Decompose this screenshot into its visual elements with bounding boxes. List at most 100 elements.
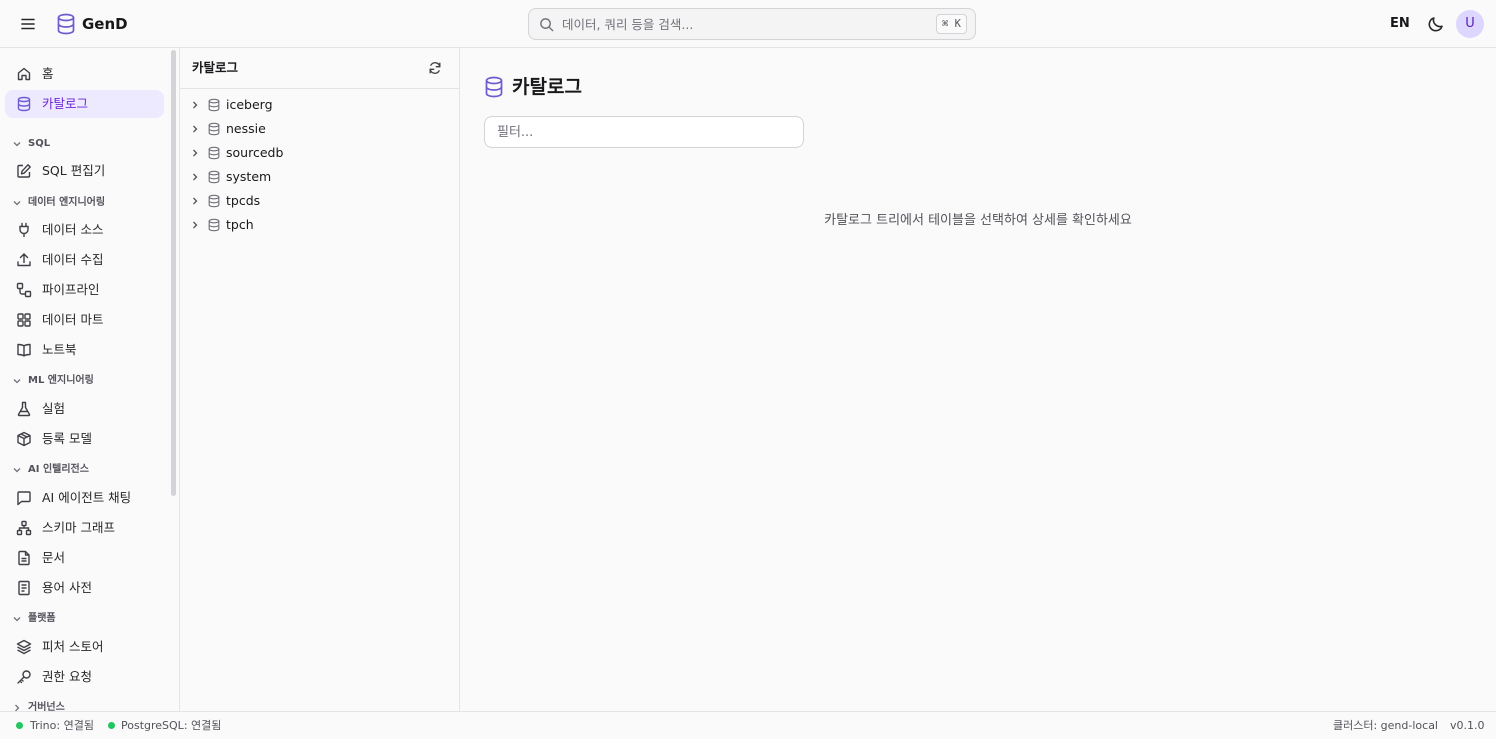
section-governance[interactable]: 거버넌스 bbox=[12, 700, 162, 711]
top-header: GenD 데이터, 쿼리 등을 검색... ⌘ K EN U bbox=[0, 0, 1496, 48]
tree-item-catalog[interactable]: tpcds bbox=[186, 190, 452, 212]
section-title: SQL bbox=[28, 138, 51, 149]
tree-item-catalog[interactable]: system bbox=[186, 166, 452, 188]
section-ml-engineering[interactable]: ML 엔지니어링 bbox=[12, 373, 162, 389]
chevron-down-icon bbox=[12, 465, 22, 475]
tree-header: 카탈로그 bbox=[180, 48, 459, 89]
box-icon bbox=[16, 431, 32, 447]
filter-input[interactable] bbox=[484, 116, 804, 148]
status-bar: Trino: 연결됨 PostgreSQL: 연결됨 클러스터: gend-lo… bbox=[0, 711, 1496, 739]
database-logo-icon bbox=[56, 13, 76, 35]
grid-icon bbox=[16, 312, 32, 328]
sidebar-item-label: 권한 요청 bbox=[42, 669, 92, 684]
language-toggle-button[interactable]: EN bbox=[1390, 14, 1410, 34]
database-icon bbox=[207, 146, 221, 160]
tree-item-label: sourcedb bbox=[226, 145, 284, 160]
sidebar-item-pipeline[interactable]: 파이프라인 bbox=[5, 276, 164, 304]
tree-item-catalog[interactable]: iceberg bbox=[186, 94, 452, 116]
sidebar-item-notebook[interactable]: 노트북 bbox=[5, 336, 164, 364]
tree-item-label: iceberg bbox=[226, 97, 273, 112]
sidebar-item-access-request[interactable]: 권한 요청 bbox=[5, 663, 164, 691]
search-placeholder: 데이터, 쿼리 등을 검색... bbox=[562, 17, 694, 32]
sidebar-item-label: 등록 모델 bbox=[42, 431, 92, 446]
app-version: v0.1.0 bbox=[1450, 719, 1485, 732]
section-sql[interactable]: SQL bbox=[12, 136, 162, 152]
page-title: 카탈로그 bbox=[512, 76, 582, 98]
search-shortcut-badge: ⌘ K bbox=[936, 14, 967, 34]
sidebar-item-schema-graph[interactable]: 스키마 그래프 bbox=[5, 514, 164, 542]
chevron-right-icon[interactable] bbox=[190, 196, 200, 206]
chevron-right-icon[interactable] bbox=[190, 220, 200, 230]
trino-status-dot bbox=[16, 722, 23, 729]
chevron-right-icon[interactable] bbox=[190, 100, 200, 110]
sidebar-item-label: 노트북 bbox=[42, 342, 77, 357]
sidebar-item-label: 스키마 그래프 bbox=[42, 520, 115, 535]
empty-state-message: 카탈로그 트리에서 테이블을 선택하여 상세를 확인하세요 bbox=[824, 213, 1132, 228]
database-icon bbox=[16, 96, 32, 112]
sidebar-item-label: 홈 bbox=[42, 66, 54, 81]
tree-item-label: tpcds bbox=[226, 193, 261, 208]
postgres-status: PostgreSQL: 연결됨 bbox=[121, 719, 222, 732]
sidebar-item-label: 실험 bbox=[42, 401, 66, 416]
file-icon bbox=[16, 550, 32, 566]
search-icon bbox=[539, 17, 554, 32]
sidebar-item-label: 파이프라인 bbox=[42, 282, 100, 297]
sidebar-item-data-source[interactable]: 데이터 소스 bbox=[5, 216, 164, 244]
sidebar-item-feature-store[interactable]: 피처 스토어 bbox=[5, 633, 164, 661]
tree-item-catalog[interactable]: sourcedb bbox=[186, 142, 452, 164]
sidebar-item-label: 문서 bbox=[42, 550, 66, 565]
book-icon bbox=[16, 342, 32, 358]
section-platform[interactable]: 플랫폼 bbox=[12, 611, 162, 627]
sidebar-scrollbar[interactable] bbox=[171, 50, 176, 496]
chevron-down-icon bbox=[12, 614, 22, 624]
sidebar-item-label: SQL 편집기 bbox=[42, 163, 106, 178]
tree-title: 카탈로그 bbox=[192, 60, 239, 75]
database-icon bbox=[207, 98, 221, 112]
refresh-icon[interactable] bbox=[428, 61, 442, 75]
sidebar-item-label: 피처 스토어 bbox=[42, 639, 104, 654]
edit-icon bbox=[16, 163, 32, 179]
catalog-tree-panel: 카탈로그 iceberg nessie sourcedb system tpcd… bbox=[180, 48, 460, 711]
layers-icon bbox=[16, 639, 32, 655]
plug-icon bbox=[16, 222, 32, 238]
database-icon bbox=[207, 122, 221, 136]
trino-status: Trino: 연결됨 bbox=[30, 719, 94, 732]
sidebar-item-documents[interactable]: 문서 bbox=[5, 544, 164, 572]
chevron-down-icon bbox=[12, 198, 22, 208]
sidebar-item-label: AI 에이전트 채팅 bbox=[42, 490, 132, 505]
global-search-input[interactable]: 데이터, 쿼리 등을 검색... ⌘ K bbox=[528, 8, 976, 40]
network-icon bbox=[16, 520, 32, 536]
cluster-name: 클러스터: gend-local bbox=[1333, 719, 1438, 732]
chevron-right-icon[interactable] bbox=[190, 124, 200, 134]
chevron-down-icon bbox=[12, 139, 22, 149]
tree-item-catalog[interactable]: tpch bbox=[186, 214, 452, 236]
brand-name[interactable]: GenD bbox=[82, 14, 128, 34]
sidebar-item-data-ingest[interactable]: 데이터 수집 bbox=[5, 246, 164, 274]
chevron-right-icon[interactable] bbox=[190, 148, 200, 158]
main-content: 카탈로그 카탈로그 트리에서 테이블을 선택하여 상세를 확인하세요 bbox=[460, 48, 1496, 711]
sidebar-item-catalog[interactable]: 카탈로그 bbox=[5, 90, 164, 118]
home-icon bbox=[16, 66, 32, 82]
menu-icon[interactable] bbox=[18, 14, 38, 34]
database-icon bbox=[207, 194, 221, 208]
sidebar: 홈 카탈로그 SQL SQL 편집기 데이터 엔지니어링 데이터 소스 데이터 … bbox=[0, 48, 180, 711]
workflow-icon bbox=[16, 282, 32, 298]
postgres-status-dot bbox=[108, 722, 115, 729]
sidebar-item-experiments[interactable]: 실험 bbox=[5, 395, 164, 423]
user-avatar[interactable]: U bbox=[1456, 10, 1484, 38]
section-data-engineering[interactable]: 데이터 엔지니어링 bbox=[12, 195, 162, 211]
sidebar-item-glossary[interactable]: 용어 사전 bbox=[5, 574, 164, 602]
tree-item-catalog[interactable]: nessie bbox=[186, 118, 452, 140]
sidebar-item-registered-models[interactable]: 등록 모델 bbox=[5, 425, 164, 453]
database-icon bbox=[484, 76, 504, 98]
moon-icon[interactable] bbox=[1426, 14, 1446, 34]
sidebar-item-home[interactable]: 홈 bbox=[5, 60, 164, 88]
sidebar-item-ai-agent-chat[interactable]: AI 에이전트 채팅 bbox=[5, 484, 164, 512]
sidebar-item-label: 데이터 소스 bbox=[42, 222, 104, 237]
sidebar-item-sql-editor[interactable]: SQL 편집기 bbox=[5, 157, 164, 185]
sidebar-item-data-mart[interactable]: 데이터 마트 bbox=[5, 306, 164, 334]
section-ai-intelligence[interactable]: AI 인텔리전스 bbox=[12, 462, 162, 478]
sidebar-item-label: 데이터 수집 bbox=[42, 252, 104, 267]
chevron-right-icon[interactable] bbox=[190, 172, 200, 182]
upload-icon bbox=[16, 252, 32, 268]
